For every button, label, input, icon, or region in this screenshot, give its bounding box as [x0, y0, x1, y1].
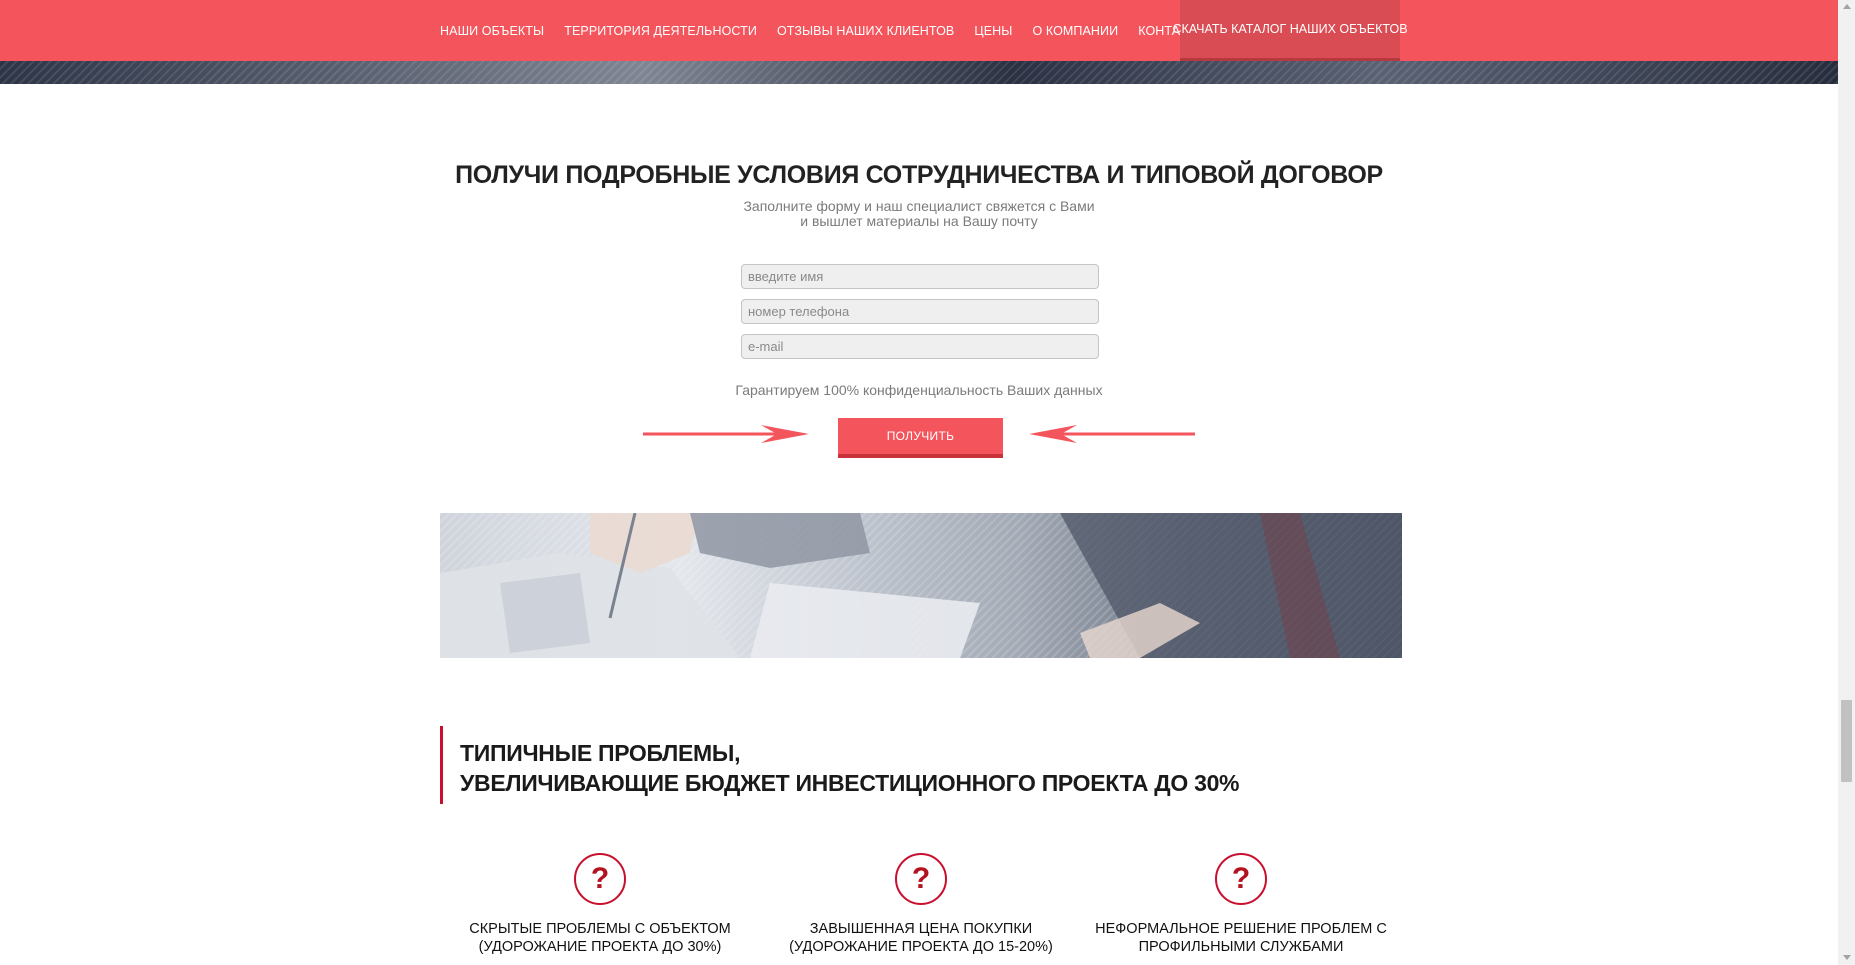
page-scrollbar[interactable] [1838, 0, 1855, 965]
form-subtitle: Заполните форму и наш специалист свяжетс… [0, 199, 1838, 229]
top-navbar: НАШИ ОБЪЕКТЫ ТЕРРИТОРИЯ ДЕЯТЕЛЬНОСТИ ОТЗ… [0, 0, 1838, 61]
scroll-up-arrow-icon[interactable] [1843, 4, 1851, 9]
left-arrow-icon [1029, 425, 1195, 443]
problems-title-line1: ТИПИЧНЫЕ ПРОБЛЕМЫ, [460, 740, 741, 766]
problem-text: НЕФОРМАЛЬНОЕ РЕШЕНИЕ ПРОБЛЕМ С ПРОФИЛЬНЫ… [1081, 920, 1401, 956]
nav-item-territory[interactable]: ТЕРРИТОРИЯ ДЕЯТЕЛЬНОСТИ [564, 24, 757, 38]
scrollbar-thumb[interactable] [1841, 700, 1852, 782]
problem-text-line1: ЗАВЫШЕННАЯ ЦЕНА ПОКУПКИ [809, 921, 1033, 937]
problem-text-line2: (УДОРОЖАНИЕ ПРОЕКТА ДО 15-20%) [789, 939, 1053, 955]
nav-menu: НАШИ ОБЪЕКТЫ ТЕРРИТОРИЯ ДЕЯТЕЛЬНОСТИ ОТЗ… [440, 0, 1226, 61]
submit-button[interactable]: ПОЛУЧИТЬ [838, 418, 1003, 458]
problem-text: СКРЫТЫЕ ПРОБЛЕМЫ С ОБЪЕКТОМ (УДОРОЖАНИЕ … [440, 920, 760, 956]
problem-item: ? ЗАВЫШЕННАЯ ЦЕНА ПОКУПКИ (УДОРОЖАНИЕ ПР… [761, 853, 1081, 956]
email-input[interactable] [741, 334, 1099, 359]
problem-text: ЗАВЫШЕННАЯ ЦЕНА ПОКУПКИ (УДОРОЖАНИЕ ПРОЕ… [761, 920, 1081, 956]
scroll-down-arrow-icon[interactable] [1843, 955, 1851, 960]
download-catalog-button[interactable]: СКАЧАТЬ КАТАЛОГ НАШИХ ОБЪЕКТОВ [1172, 0, 1408, 61]
nav-item-prices[interactable]: ЦЕНЫ [974, 24, 1012, 38]
form-subtitle-line2: и вышлет материалы на Вашу почту [800, 213, 1038, 229]
problem-item: ? НЕФОРМАЛЬНОЕ РЕШЕНИЕ ПРОБЛЕМ С ПРОФИЛЬ… [1081, 853, 1401, 956]
question-icon: ? [574, 853, 626, 905]
problem-text-line2: ПРОФИЛЬНЫМИ СЛУЖБАМИ [1138, 939, 1344, 955]
problem-item: ? СКРЫТЫЕ ПРОБЛЕМЫ С ОБЪЕКТОМ (УДОРОЖАНИ… [440, 853, 760, 956]
contract-signing-image [440, 513, 1402, 658]
problems-section-title: ТИПИЧНЫЕ ПРОБЛЕМЫ, УВЕЛИЧИВАЮЩИЕ БЮДЖЕТ … [460, 738, 1240, 798]
problem-text-line2: (УДОРОЖАНИЕ ПРОЕКТА ДО 30%) [478, 939, 722, 955]
banner-illustration [440, 513, 1402, 658]
right-arrow-icon [643, 425, 809, 443]
nav-item-objects[interactable]: НАШИ ОБЪЕКТЫ [440, 24, 544, 38]
phone-input[interactable] [741, 299, 1099, 324]
question-icon: ? [895, 853, 947, 905]
privacy-note: Гарантируем 100% конфиденциальность Ваши… [735, 382, 1103, 398]
problems-title-line2: УВЕЛИЧИВАЮЩИЕ БЮДЖЕТ ИНВЕСТИЦИОННОГО ПРО… [460, 770, 1240, 796]
problem-text-line1: СКРЫТЫЕ ПРОБЛЕМЫ С ОБЪЕКТОМ [469, 921, 731, 937]
problem-text-line1: НЕФОРМАЛЬНОЕ РЕШЕНИЕ ПРОБЛЕМ С [1095, 921, 1387, 937]
form-title: ПОЛУЧИ ПОДРОБНЫЕ УСЛОВИЯ СОТРУДНИЧЕСТВА … [455, 161, 1383, 189]
question-icon: ? [1215, 853, 1267, 905]
form-subtitle-line1: Заполните форму и наш специалист свяжетс… [743, 198, 1095, 214]
nav-item-reviews[interactable]: ОТЗЫВЫ НАШИХ КЛИЕНТОВ [777, 24, 954, 38]
name-input[interactable] [741, 264, 1099, 289]
nav-item-about[interactable]: О КОМПАНИИ [1032, 24, 1118, 38]
section-accent-bar [440, 726, 443, 804]
